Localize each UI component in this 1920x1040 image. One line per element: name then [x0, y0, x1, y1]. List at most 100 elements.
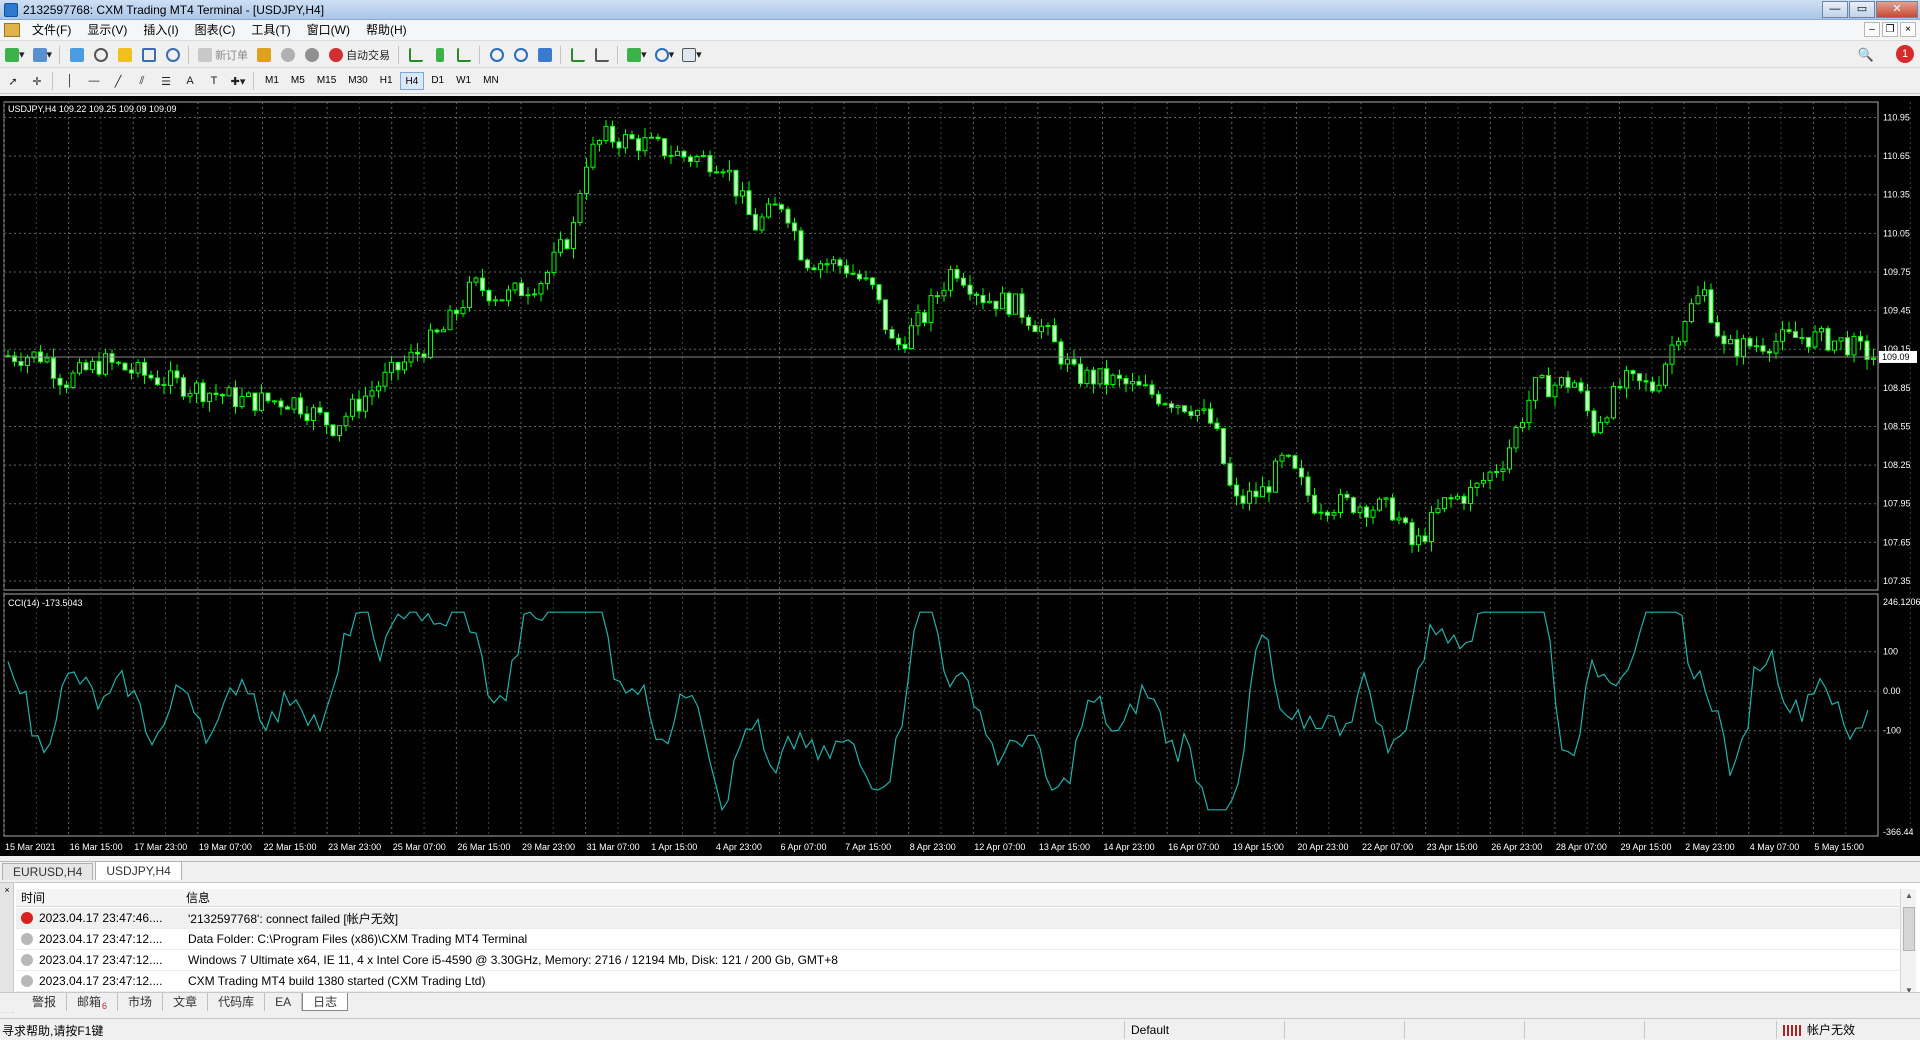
log-scrollbar[interactable]: ▲ ▼ [1900, 889, 1916, 997]
scrollbar-thumb[interactable] [1903, 907, 1915, 951]
data-window-button[interactable] [90, 45, 112, 65]
candle-body-bull [532, 293, 537, 296]
menu-view[interactable]: 显示(V) [79, 20, 135, 41]
menu-charts[interactable]: 图表(C) [187, 20, 244, 41]
log-row[interactable]: 2023.04.17 23:47:12.... Windows 7 Ultima… [16, 950, 1900, 971]
column-time[interactable]: 时间 [16, 889, 180, 906]
log-message: Windows 7 Ultimate x64, IE 11, 4 x Intel… [188, 953, 838, 967]
arrows-tool[interactable]: ✚▾ [227, 71, 249, 91]
log-row[interactable]: 2023.04.17 23:47:46.... '2132597768': co… [16, 908, 1900, 929]
menu-file[interactable]: 文件(F) [24, 20, 79, 41]
connection-status[interactable]: 帐户无效 [1776, 1021, 1920, 1039]
candle-body-bear [1227, 463, 1233, 486]
timeframe-mn[interactable]: MN [478, 72, 504, 90]
new-chart-button[interactable]: ▾ [2, 45, 28, 65]
timeframe-d1[interactable]: D1 [426, 72, 449, 90]
tab-experts[interactable]: EA [265, 993, 303, 1011]
menu-help[interactable]: 帮助(H) [358, 20, 415, 41]
text-tool[interactable]: A [179, 71, 201, 91]
bar-chart-button[interactable] [405, 45, 427, 65]
zoom-out-icon [514, 47, 529, 62]
candle-body-bull [1780, 329, 1785, 342]
templates-button[interactable]: ▾ [679, 45, 705, 65]
tab-code-base[interactable]: 代码库 [208, 993, 266, 1011]
candlestick-button[interactable] [429, 45, 451, 65]
maximize-button[interactable]: ▭ [1849, 1, 1875, 18]
document-icon [4, 23, 20, 37]
tester-button[interactable] [162, 45, 184, 65]
tile-windows-button[interactable] [534, 45, 556, 65]
profiles-button[interactable]: ▾ [30, 45, 56, 65]
search-icon[interactable]: 🔍 [1858, 47, 1874, 63]
candle-body-bull [402, 361, 407, 371]
tab-articles[interactable]: 文章 [163, 993, 209, 1011]
chart-shift-button[interactable] [591, 45, 613, 65]
timeframe-w1[interactable]: W1 [451, 72, 476, 90]
candle-body-bear [1786, 329, 1792, 333]
scroll-up-icon[interactable]: ▲ [1901, 891, 1917, 900]
timeframe-h4[interactable]: H4 [399, 72, 425, 90]
candle-body-bear [1305, 476, 1311, 496]
chart-canvas[interactable]: 110.95 110.65 110.35 110.05 109.75 109.45 109.… [0, 96, 1920, 856]
notification-badge[interactable]: 1 [1896, 45, 1914, 63]
price-chart[interactable]: 110.95 110.65 110.35 110.05 109.75 109.45 109.… [0, 96, 1920, 856]
candle-body-bear [889, 329, 895, 339]
periods-button[interactable]: ▾ [652, 45, 678, 65]
minimize-button[interactable]: — [1822, 1, 1848, 18]
menu-window[interactable]: 窗口(W) [299, 20, 358, 41]
autoscroll-button[interactable] [567, 45, 589, 65]
timeframe-m30[interactable]: M30 [343, 72, 372, 90]
new-order-button[interactable]: 新订单 [195, 45, 251, 65]
indicators-button[interactable]: ▾ [624, 45, 650, 65]
fibonacci-tool[interactable]: ☰ [155, 71, 177, 91]
log-row[interactable]: 2023.04.17 23:47:12.... CXM Trading MT4 … [16, 971, 1900, 992]
vps-button[interactable] [301, 45, 323, 65]
terminal-button[interactable] [138, 45, 160, 65]
tab-mailbox[interactable]: 邮箱6 [67, 993, 119, 1011]
timeframe-m1[interactable]: M1 [260, 72, 284, 90]
channel-tool[interactable]: ⫽ [131, 71, 153, 91]
market-watch-button[interactable] [66, 45, 88, 65]
tab-alerts[interactable]: 警报 [22, 993, 68, 1011]
mdi-restore-button[interactable]: ❐ [1882, 22, 1898, 37]
log-row[interactable]: 2023.04.17 23:47:12.... Data Folder: C:\… [16, 929, 1900, 950]
candle-body-bull [428, 329, 433, 358]
tab-label: 市场 [128, 995, 153, 1009]
connection-bars-icon [1783, 1025, 1803, 1037]
horizontal-line-tool[interactable]: — [83, 71, 105, 91]
timeframe-h1[interactable]: H1 [375, 72, 398, 90]
zoom-out-button[interactable] [510, 45, 532, 65]
column-message[interactable]: 信息 [180, 889, 210, 906]
candle-body-bear [1390, 497, 1395, 521]
line-chart-button[interactable] [453, 45, 475, 65]
navigator-button[interactable] [114, 45, 136, 65]
candle-body-bear [1845, 337, 1850, 356]
menu-insert[interactable]: 插入(I) [135, 20, 186, 41]
timeframe-m15[interactable]: M15 [312, 72, 341, 90]
mdi-close-button[interactable]: × [1900, 22, 1916, 37]
signals-button[interactable] [277, 45, 299, 65]
candle-body-bear [1019, 293, 1025, 318]
timeframe-m5[interactable]: M5 [286, 72, 310, 90]
cursor-tool[interactable]: ➚ [2, 71, 24, 91]
metaeditor-button[interactable] [253, 45, 275, 65]
tab-usdjpy[interactable]: USDJPY,H4 [95, 861, 182, 880]
menu-tools[interactable]: 工具(T) [243, 20, 298, 41]
label-tool[interactable]: T [203, 71, 225, 91]
tab-eurusd[interactable]: EURUSD,H4 [2, 863, 94, 880]
auto-trading-button[interactable]: 自动交易 [325, 45, 394, 65]
candle-body-bear [1858, 335, 1863, 342]
close-button[interactable]: ✕ [1876, 1, 1918, 18]
candle-body-bear [954, 268, 960, 279]
zoom-in-button[interactable] [486, 45, 508, 65]
zoom-in-icon [490, 47, 505, 62]
tab-market[interactable]: 市场 [118, 993, 164, 1011]
time-tick-label: 13 Apr 15:00 [1039, 842, 1090, 852]
close-icon[interactable]: × [2, 885, 12, 895]
time-tick-label: 23 Apr 15:00 [1427, 842, 1478, 852]
crosshair-tool[interactable]: ✛ [26, 71, 48, 91]
vertical-line-tool[interactable]: │ [59, 71, 81, 91]
tab-journal[interactable]: 日志 [302, 993, 349, 1011]
trendline-tool[interactable]: ╱ [107, 71, 129, 91]
mdi-minimize-button[interactable]: – [1864, 22, 1880, 37]
